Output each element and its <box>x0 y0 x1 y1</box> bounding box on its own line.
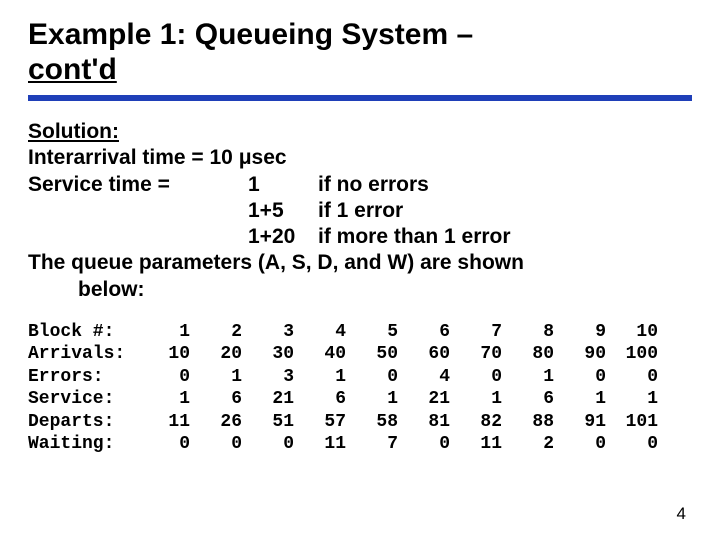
cell: 0 <box>242 433 294 456</box>
service-row-2: 1+20 if more than 1 error <box>28 224 692 250</box>
cell: 3 <box>242 366 294 389</box>
cell: 6 <box>398 321 450 344</box>
cell: 4 <box>398 366 450 389</box>
title-line-1: Example 1: Queueing System – <box>28 18 473 51</box>
cell: 20 <box>190 343 242 366</box>
cell: 1 <box>294 366 346 389</box>
cell: 7 <box>450 321 502 344</box>
queue-params-line: The queue parameters (A, S, D, and W) ar… <box>28 250 692 276</box>
row-label-errors: Errors: <box>28 366 138 389</box>
cell: 9 <box>554 321 606 344</box>
cell: 21 <box>242 388 294 411</box>
cell: 60 <box>398 343 450 366</box>
cell: 101 <box>606 411 658 434</box>
cell: 26 <box>190 411 242 434</box>
cell: 30 <box>242 343 294 366</box>
cell: 0 <box>346 366 398 389</box>
cell: 0 <box>606 366 658 389</box>
service-cond-2: if more than 1 error <box>318 224 692 250</box>
service-cond-1: if 1 error <box>318 198 692 224</box>
cell: 58 <box>346 411 398 434</box>
cell: 91 <box>554 411 606 434</box>
cell: 7 <box>346 433 398 456</box>
cell: 11 <box>294 433 346 456</box>
cell: 3 <box>242 321 294 344</box>
table-row-block: Block #: 1 2 3 4 5 6 7 8 9 10 <box>28 321 692 344</box>
slide-body: Solution: Interarrival time = 10 μsec Se… <box>28 119 692 303</box>
service-cond-0: if no errors <box>318 172 692 198</box>
cell: 6 <box>294 388 346 411</box>
slide-title: Example 1: Queueing System – cont'd <box>28 18 692 87</box>
cell: 0 <box>138 433 190 456</box>
cell: 1 <box>138 388 190 411</box>
cell: 21 <box>398 388 450 411</box>
service-value-2: 1+20 <box>248 224 318 250</box>
row-label-arrivals: Arrivals: <box>28 343 138 366</box>
solution-heading: Solution: <box>28 119 692 145</box>
cell: 1 <box>190 366 242 389</box>
row-label-departs: Departs: <box>28 411 138 434</box>
cell: 1 <box>606 388 658 411</box>
cell: 11 <box>450 433 502 456</box>
service-label-spacer-2 <box>28 224 248 250</box>
page-number: 4 <box>677 504 686 524</box>
cell: 1 <box>346 388 398 411</box>
cell: 80 <box>502 343 554 366</box>
cell: 10 <box>138 343 190 366</box>
cell: 1 <box>450 388 502 411</box>
cell: 82 <box>450 411 502 434</box>
table-row-arrivals: Arrivals: 10 20 30 40 50 60 70 80 90 100 <box>28 343 692 366</box>
service-label: Service time = <box>28 172 248 198</box>
queue-table: Block #: 1 2 3 4 5 6 7 8 9 10 Arrivals: … <box>28 321 692 456</box>
cell: 0 <box>554 366 606 389</box>
cell: 0 <box>606 433 658 456</box>
cell: 81 <box>398 411 450 434</box>
cell: 100 <box>606 343 658 366</box>
cell: 88 <box>502 411 554 434</box>
row-label-waiting: Waiting: <box>28 433 138 456</box>
table-row-waiting: Waiting: 0 0 0 11 7 0 11 2 0 0 <box>28 433 692 456</box>
cell: 2 <box>502 433 554 456</box>
cell: 6 <box>502 388 554 411</box>
cell: 40 <box>294 343 346 366</box>
cell: 0 <box>138 366 190 389</box>
cell: 2 <box>190 321 242 344</box>
table-row-errors: Errors: 0 1 3 1 0 4 0 1 0 0 <box>28 366 692 389</box>
cell: 5 <box>346 321 398 344</box>
cell: 57 <box>294 411 346 434</box>
cell: 0 <box>554 433 606 456</box>
table-row-departs: Departs: 11 26 51 57 58 81 82 88 91 101 <box>28 411 692 434</box>
slide: Example 1: Queueing System – cont'd Solu… <box>0 0 720 540</box>
service-value-1: 1+5 <box>248 198 318 224</box>
table-row-service: Service: 1 6 21 6 1 21 1 6 1 1 <box>28 388 692 411</box>
cell: 0 <box>450 366 502 389</box>
cell: 1 <box>502 366 554 389</box>
cell: 90 <box>554 343 606 366</box>
service-label-spacer-1 <box>28 198 248 224</box>
cell: 70 <box>450 343 502 366</box>
service-row-1: 1+5 if 1 error <box>28 198 692 224</box>
service-value-0: 1 <box>248 172 318 198</box>
cell: 51 <box>242 411 294 434</box>
cell: 0 <box>398 433 450 456</box>
cell: 1 <box>138 321 190 344</box>
cell: 1 <box>554 388 606 411</box>
title-line-2: cont'd <box>28 53 117 86</box>
row-label-service: Service: <box>28 388 138 411</box>
title-underline-rule <box>28 95 692 101</box>
cell: 4 <box>294 321 346 344</box>
row-label-block: Block #: <box>28 321 138 344</box>
service-row-0: Service time = 1 if no errors <box>28 172 692 198</box>
cell: 11 <box>138 411 190 434</box>
cell: 50 <box>346 343 398 366</box>
cell: 0 <box>190 433 242 456</box>
interarrival-line: Interarrival time = 10 μsec <box>28 145 692 171</box>
queue-params-below: below: <box>28 277 692 303</box>
cell: 6 <box>190 388 242 411</box>
cell: 10 <box>606 321 658 344</box>
cell: 8 <box>502 321 554 344</box>
